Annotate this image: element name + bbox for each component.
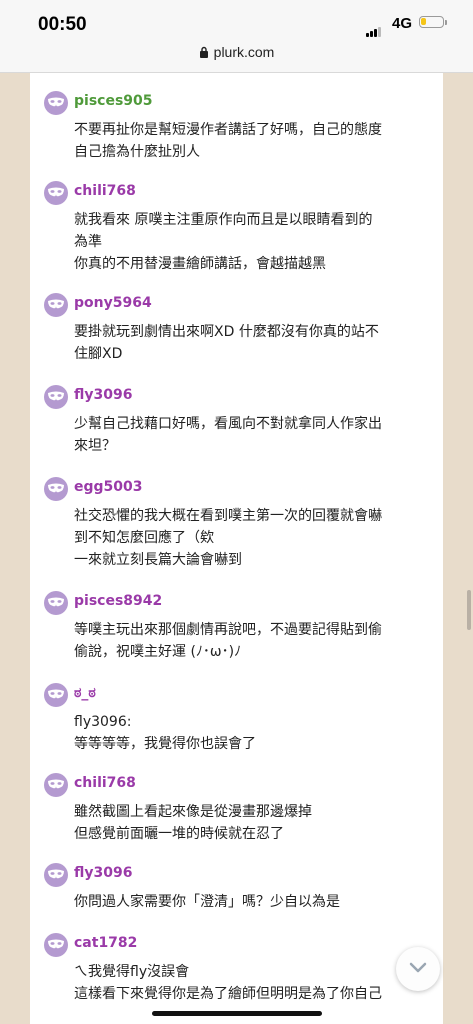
comment-line: 雖然截圖上看起來像是從漫畫那邊爆掉	[74, 804, 312, 820]
chevron-down-icon	[409, 962, 427, 973]
comment-line: 等等等等，我覺得你也誤會了	[74, 736, 256, 752]
scrollbar[interactable]	[467, 590, 471, 630]
avatar[interactable]	[44, 385, 68, 409]
comment-text: 社交恐懼的我大概在看到噗主第一次的回覆就會嚇 到不知怎麼回應了（欸一來就立刻長篇大…	[74, 505, 430, 571]
comment-line: 但感覺前面曬一堆的時候就在忍了	[74, 826, 284, 842]
mask-icon	[48, 483, 64, 493]
avatar[interactable]	[44, 591, 68, 615]
address-bar[interactable]: plurk.com	[0, 44, 473, 61]
lock-icon	[199, 45, 209, 61]
mask-icon	[48, 779, 64, 789]
comment-line: 要掛就玩到劇情出來啊XD 什麼都沒有你真的站不	[74, 324, 379, 340]
comment-line: 自己擔為什麼扯別人	[74, 144, 200, 160]
comment-line: 少幫自己找藉口好嗎，看風向不對就拿同人作家出	[74, 416, 382, 432]
mask-icon	[48, 597, 64, 607]
mask-icon	[48, 299, 64, 309]
comment-line: 來坦？	[74, 438, 116, 454]
mask-icon	[48, 391, 64, 401]
comment-line: 就我看來 原噗主注重原作向而且是以眼睛看到的	[74, 212, 373, 228]
comment-line: ㄟ我覺得fly沒誤會	[74, 964, 190, 980]
username-link[interactable]: fly3096	[74, 387, 132, 403]
avatar[interactable]	[44, 181, 68, 205]
mask-icon	[48, 97, 64, 107]
avatar[interactable]	[44, 773, 68, 797]
battery-tip	[445, 20, 447, 25]
username-link[interactable]: fly3096	[74, 865, 132, 881]
battery-icon	[419, 16, 444, 28]
username-link[interactable]: pisces905	[74, 93, 153, 109]
comment-text: 就我看來 原噗主注重原作向而且是以眼睛看到的 為準你真的不用替漫畫繪師講話，會越描…	[74, 209, 430, 275]
comment-text: 你問過人家需要你「澄清」嗎？少自以為是	[74, 891, 430, 913]
comment-line: 你問過人家需要你「澄清」嗎？少自以為是	[74, 894, 340, 910]
scroll-down-button[interactable]	[396, 947, 440, 991]
comment-text: 雖然截圖上看起來像是從漫畫那邊爆掉 但感覺前面曬一堆的時候就在忍了	[74, 801, 430, 845]
browser-header: 00:50 4G plurk.com	[0, 0, 473, 73]
avatar[interactable]	[44, 933, 68, 957]
avatar[interactable]	[44, 91, 68, 115]
comment-line: 這樣看下來覺得你是為了繪師但明明是為了你自己	[74, 986, 382, 1002]
comment-text: 少幫自己找藉口好嗎，看風向不對就拿同人作家出 來坦？	[74, 413, 430, 457]
mask-icon	[48, 187, 64, 197]
comment-line: 為準	[74, 234, 102, 250]
home-indicator[interactable]	[152, 1011, 322, 1016]
username-link[interactable]: chili768	[74, 775, 136, 791]
mask-icon	[48, 869, 64, 879]
comment-line: 一來就立刻長篇大論會嚇到	[74, 552, 242, 568]
username-link[interactable]: ಠ_ಠ	[74, 685, 96, 701]
signal-icon	[366, 18, 382, 37]
comment-line: 偷說，祝噗主好運 (ﾉ･ω･)ﾉ	[74, 644, 242, 660]
comment-text: 不要再扯你是幫短漫作者講話了好嗎，自己的態度 自己擔為什麼扯別人	[74, 119, 430, 163]
username-link[interactable]: cat1782	[74, 935, 137, 951]
username-link[interactable]: pisces8942	[74, 593, 162, 609]
avatar[interactable]	[44, 293, 68, 317]
mask-icon	[48, 689, 64, 699]
comment-line: 到不知怎麼回應了（欸	[74, 530, 214, 546]
comment-text: 等噗主玩出來那個劇情再說吧，不過要記得貼到偷 偷說，祝噗主好運 (ﾉ･ω･)ﾉ	[74, 619, 430, 663]
status-time: 00:50	[38, 14, 87, 35]
comment-text: ㄟ我覺得fly沒誤會這樣看下來覺得你是為了繪師但明明是為了你自己	[74, 961, 430, 1005]
comment-line: 不要再扯你是幫短漫作者講話了好嗎，自己的態度	[74, 122, 382, 138]
comment-line: 住腳XD	[74, 346, 123, 362]
comment-line: 等噗主玩出來那個劇情再說吧，不過要記得貼到偷	[74, 622, 382, 638]
comment-line: fly3096:	[74, 714, 132, 730]
mask-icon	[48, 939, 64, 949]
comment-text: 要掛就玩到劇情出來啊XD 什麼都沒有你真的站不 住腳XD	[74, 321, 430, 365]
comment-text: fly3096: 等等等等，我覺得你也誤會了	[74, 711, 430, 755]
avatar[interactable]	[44, 863, 68, 887]
username-link[interactable]: egg5003	[74, 479, 143, 495]
comment-line: 社交恐懼的我大概在看到噗主第一次的回覆就會嚇	[74, 508, 382, 524]
comment-list: pisces905 不要再扯你是幫短漫作者講話了好嗎，自己的態度 自己擔為什麼扯別人…	[30, 73, 443, 1024]
username-link[interactable]: pony5964	[74, 295, 152, 311]
avatar[interactable]	[44, 477, 68, 501]
comment-line: 你真的不用替漫畫繪師講話，會越描越黑	[74, 256, 326, 272]
network-label: 4G	[392, 15, 413, 32]
avatar[interactable]	[44, 683, 68, 707]
url-text: plurk.com	[213, 44, 275, 60]
username-link[interactable]: chili768	[74, 183, 136, 199]
